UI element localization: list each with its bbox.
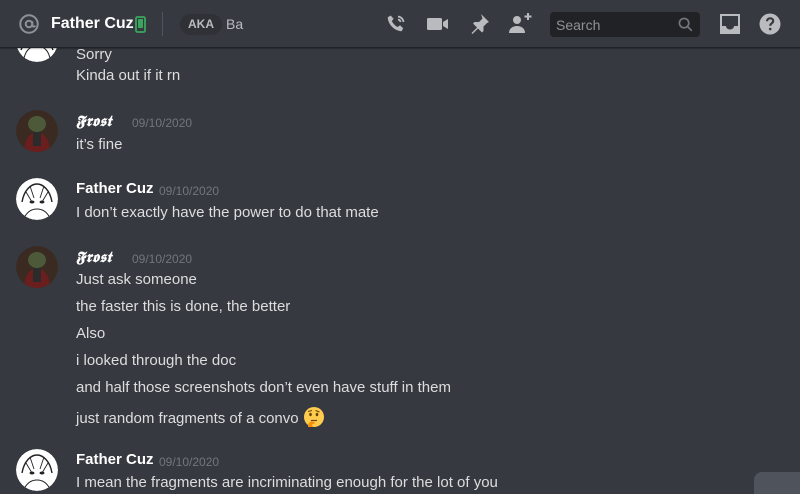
message-line: I mean the fragments are incriminating e… [76,474,498,491]
message-line: Kinda out if it rn [76,67,181,84]
help-icon[interactable] [758,12,782,36]
aka-name: Ba [226,16,244,32]
add-friend-icon[interactable] [508,12,532,36]
voice-call-icon[interactable] [384,12,408,36]
avatar-frost[interactable] [16,110,58,152]
message-line: the faster this is done, the better [76,298,291,315]
channel-header: Father Cuz AKA Ba [0,0,800,48]
avatar-frost[interactable] [16,246,58,288]
video-call-icon[interactable] [426,12,450,36]
message-line: just random fragments of a convo [76,410,299,427]
message-author[interactable]: Father Cuz [76,451,154,468]
message-line: i looked through the doc [76,352,237,369]
message-line: Just ask someone [76,271,197,288]
message-line: I don’t exactly have the power to do tha… [76,204,379,221]
header-divider [162,12,163,36]
message-timestamp: 09/10/2020 [132,116,193,130]
thinking-face-emoji[interactable] [303,406,325,428]
message-line: Sorry [76,48,112,63]
avatar-father-cuz[interactable] [16,48,58,62]
avatar-father-cuz[interactable] [16,178,58,220]
message-list: Sorry Kinda out if it rn 𝕱𝖗𝖔𝖘𝖙 09/10/202… [0,48,800,494]
aka-badge: AKA [180,14,222,35]
channel-name: Father Cuz [51,15,134,32]
message-author[interactable]: 𝕱𝖗𝖔𝖘𝖙 [76,112,112,130]
avatar-father-cuz[interactable] [16,449,58,491]
message-timestamp: 09/10/2020 [159,184,220,198]
search-input[interactable] [556,16,674,33]
message-timestamp: 09/10/2020 [159,455,220,469]
at-icon [19,14,39,34]
message-line: and half those screenshots don’t even ha… [76,379,451,396]
pin-icon[interactable] [467,12,491,36]
inbox-icon[interactable] [718,12,742,36]
message-author[interactable]: 𝕱𝖗𝖔𝖘𝖙 [76,248,112,266]
message-author[interactable]: Father Cuz [76,180,154,197]
message-box-corner[interactable] [754,472,800,494]
message-line-with-emoji: just random fragments of a convo [76,406,325,428]
mobile-icon [135,16,146,33]
search-icon [678,17,693,32]
message-timestamp: 09/10/2020 [132,252,193,266]
message-line: Also [76,325,106,342]
search-box[interactable] [550,12,700,37]
message-line: it’s fine [76,136,123,153]
